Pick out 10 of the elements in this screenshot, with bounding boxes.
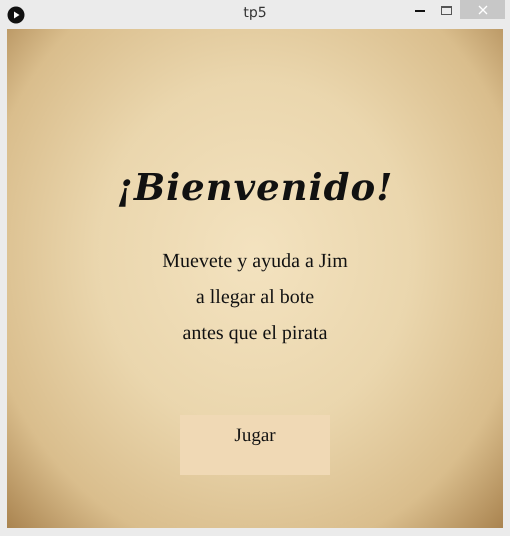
welcome-heading: ¡Bienvenido! bbox=[116, 165, 394, 209]
close-icon bbox=[478, 4, 488, 14]
message-line: Muevete y ayuda a Jim bbox=[162, 249, 348, 274]
maximize-icon bbox=[441, 6, 452, 14]
play-icon bbox=[7, 6, 25, 24]
minimize-icon bbox=[414, 8, 424, 12]
play-button[interactable]: Jugar bbox=[180, 415, 330, 475]
message-line: a llegar al bote bbox=[196, 285, 314, 310]
window-title: tp5 bbox=[243, 5, 267, 21]
message-line: antes que el pirata bbox=[182, 321, 328, 346]
